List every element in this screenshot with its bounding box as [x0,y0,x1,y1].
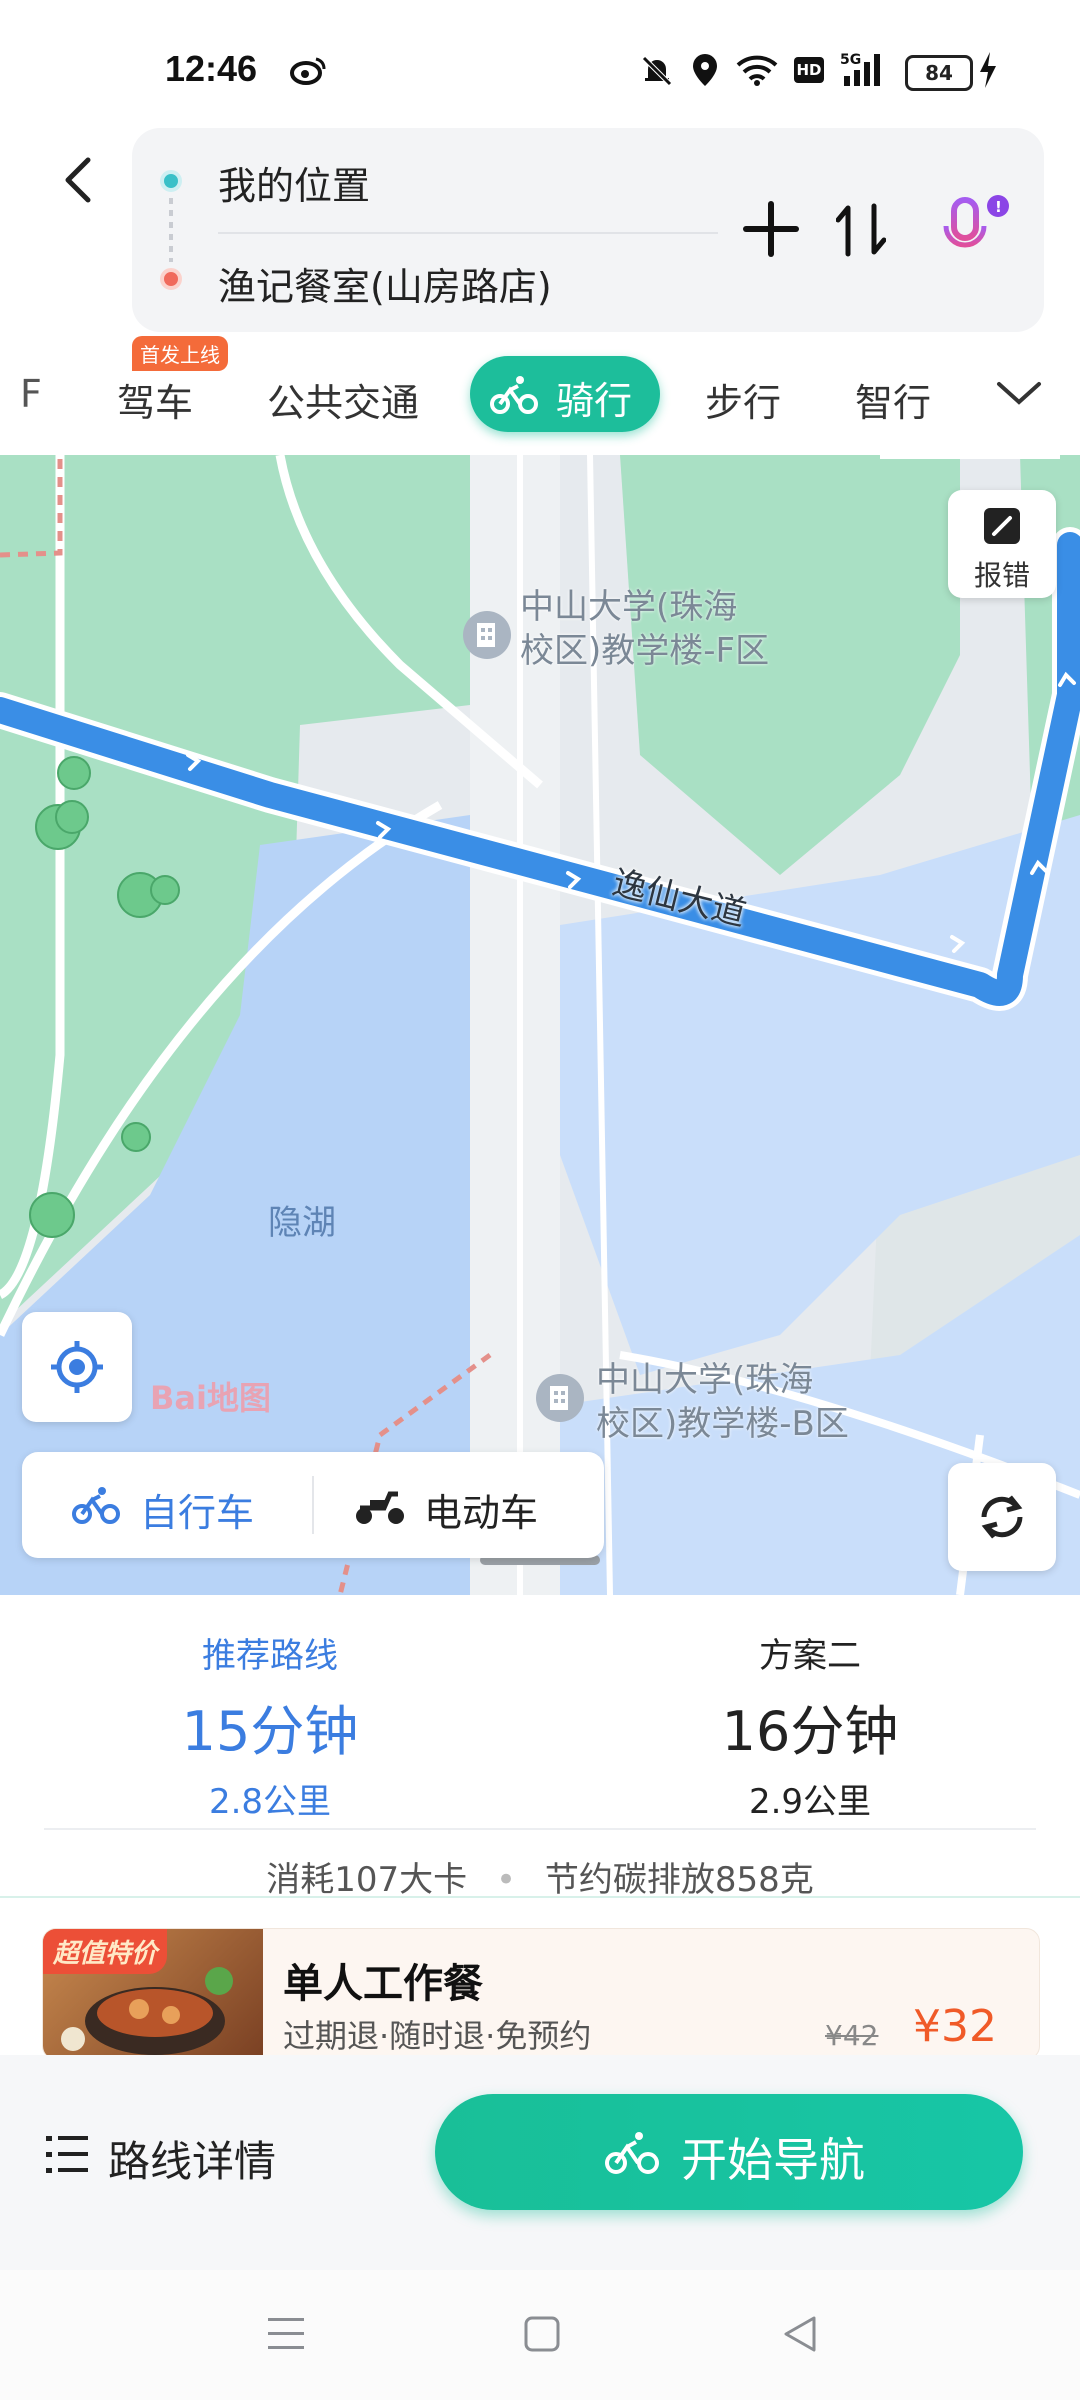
baidu-logo: Bai地图 [150,1379,271,1417]
destination-dot-icon [160,268,182,290]
divider [218,232,718,234]
swap-icon[interactable] [836,200,886,260]
add-waypoint-icon[interactable] [742,200,800,258]
start-navigation-button[interactable]: 开始导航 [435,2094,1023,2210]
tab-walk[interactable]: 步行 [705,372,781,427]
bike-icon [490,376,538,414]
poi-marker-icon [536,1374,584,1422]
poi-label-bottom[interactable]: 中山大学(珠海 校区)教学楼-B区 [596,1358,849,1446]
ebike-label: 电动车 [424,1491,539,1535]
route-details-button[interactable]: 路线详情 [40,2118,300,2188]
tab-partial[interactable]: F [20,372,42,416]
list-icon [46,2136,88,2173]
menu-icon[interactable] [264,2314,308,2354]
route-distance: 2.9公里 [748,1782,872,1822]
weibo-icon [290,57,326,85]
promo-subtitle: 过期退·随时退·免预约 [283,2017,592,2055]
route-details-label: 路线详情 [108,2137,277,2186]
route-connector [169,198,173,262]
ebike-icon [356,1491,404,1524]
locate-button[interactable] [22,1312,132,1422]
back-nav-icon[interactable] [778,2312,822,2356]
svg-text:5G: 5G [840,52,861,68]
divider [0,1896,1080,1898]
route-tag: 推荐路线 [202,1636,338,1676]
refresh-route-button[interactable] [948,1463,1056,1571]
poi-label-top[interactable]: 中山大学(珠海 校区)教学楼-F区 [520,585,769,673]
ride-stats: 消耗107大卡 • 节约碳排放858克 [0,1852,1080,1901]
poi-bottom-line2: 校区)教学楼-B区 [596,1404,849,1444]
promo-old-price: ¥42 [825,2019,879,2052]
new-badge: 首发上线 [132,336,228,371]
start-navigation-label: 开始导航 [681,2133,865,2187]
route-option-recommended[interactable]: 推荐路线 15分钟 2.8公里 [0,1628,540,1823]
poi-bottom-line1: 中山大学(珠海 [596,1360,814,1400]
route-distance: 2.8公里 [208,1782,332,1822]
bike-icon [605,2132,659,2174]
refresh-icon [981,1495,1023,1539]
promo-price: ¥32 [913,2001,997,2052]
tab-drive[interactable]: 驾车 [117,372,193,427]
status-bar: 12:46 HD 5G 84 [0,0,1080,130]
route-time: 15分钟 [181,1700,359,1763]
promo-card[interactable]: 超值特价 单人工作餐 过期退·随时退·免预约 ¥42 ¥32 [42,1928,1040,2060]
route-option-2[interactable]: 方案二 16分钟 2.9公里 [540,1628,1080,1823]
chevron-down-icon[interactable] [995,378,1043,408]
map-view[interactable]: 中山大学(珠海 校区)教学楼-F区 中山大学(珠海 校区)教学楼-B区 逸仙大道… [0,455,1080,1595]
svg-text:!: ! [995,198,1002,216]
bicycle-option[interactable]: 自行车 [22,1452,312,1558]
battery-icon: 84 [905,55,973,91]
locate-icon [51,1341,103,1393]
origin-dot-icon [160,170,182,192]
route-time: 16分钟 [721,1700,899,1763]
mute-icon [642,56,672,86]
wifi-icon [736,55,778,86]
ebike-option[interactable]: 电动车 [314,1452,604,1558]
promo-title: 单人工作餐 [283,1961,483,2007]
home-icon[interactable] [520,2312,564,2356]
tab-ride[interactable]: 骑行 [470,356,660,432]
origin-input[interactable]: 我的位置 [218,155,370,210]
edit-icon [984,508,1020,544]
back-button[interactable] [50,150,110,210]
system-nav-bar [0,2270,1080,2400]
vehicle-toggle: 自行车 电动车 [22,1452,604,1558]
calories-stat: 消耗107大卡 [266,1860,468,1900]
voice-mic-icon[interactable]: ! [940,190,1010,270]
tab-ride-label: 骑行 [556,379,633,423]
poi-top-line2: 校区)教学楼-F区 [520,631,770,671]
bicycle-label: 自行车 [140,1491,255,1535]
status-time: 12:46 [165,48,258,89]
promo-ribbon: 超值特价 [43,1929,168,1974]
charging-icon [980,52,996,88]
5g-signal-icon: 5G [840,52,880,86]
poi-marker-icon [463,611,511,659]
tab-transit[interactable]: 公共交通 [267,372,419,427]
dot-separator: • [495,1860,517,1900]
carbon-stat: 节约碳排放858克 [544,1860,814,1900]
bike-icon [72,1487,120,1524]
divider [44,1828,1036,1830]
poi-top-line1: 中山大学(珠海 [520,587,738,627]
destination-input[interactable]: 渔记餐室(山房路店) [218,256,552,311]
report-error-button[interactable]: 报错 [948,490,1056,598]
report-error-label: 报错 [973,559,1030,592]
hd-icon: HD [794,57,824,83]
lake-label: 隐湖 [268,1203,336,1243]
route-tag: 方案二 [759,1636,861,1676]
tab-smart[interactable]: 智行 [855,372,931,427]
location-icon [693,54,717,86]
